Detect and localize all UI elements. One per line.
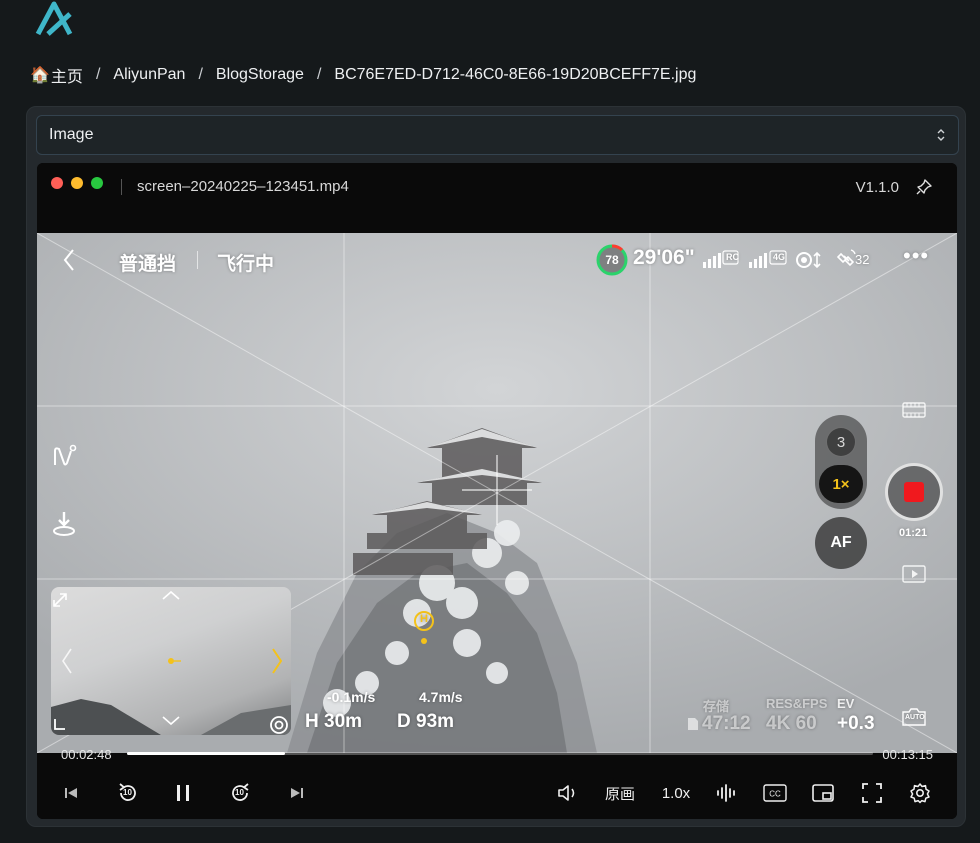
home-marker-label: H [420, 613, 428, 625]
picture-in-picture-icon [812, 784, 834, 802]
satellite-icon [837, 249, 856, 267]
zoom-3x-button[interactable]: 3 [826, 427, 856, 457]
ev-label: EV [837, 696, 855, 711]
close-window-button[interactable] [51, 177, 63, 189]
subtitles-button[interactable]: CC [763, 781, 787, 805]
zoom-1x-button[interactable]: 1× [819, 465, 863, 503]
settings-button[interactable] [909, 781, 931, 805]
gear-icon [910, 783, 930, 804]
preview-type-select[interactable]: Image [36, 115, 959, 155]
skip-previous-button[interactable] [61, 781, 81, 805]
preview-panel: Image screen–20240225–123451.mp4 V1.1.0 [26, 106, 966, 827]
titlebar-divider [121, 179, 122, 195]
playback-speed-button[interactable]: 1.0x [659, 781, 693, 805]
flight-time-remaining: 29'06" [633, 246, 695, 269]
picture-in-picture-button[interactable] [811, 781, 835, 805]
distance-readout: D 93m [397, 711, 455, 732]
audio-track-button[interactable] [715, 781, 739, 805]
fullscreen-button[interactable] [861, 781, 883, 805]
chevron-up-down-icon [937, 129, 945, 141]
preview-type-value: Image [49, 126, 94, 143]
current-time: 00:02:48 [61, 747, 112, 762]
stop-icon [904, 482, 924, 502]
flight-mode-label[interactable]: 普通挡 [119, 249, 176, 276]
player-controls: 00:02:48 00:13:15 10 10 原画 1.0x CC [37, 747, 957, 819]
breadcrumb-item-aliyunpan[interactable]: AliyunPan [113, 66, 185, 84]
autofocus-button[interactable]: AF [815, 517, 867, 569]
rewind-seconds: 10 [123, 788, 132, 797]
battery-percent: 78 [605, 253, 619, 267]
res-fps-label: RES&FPS [766, 696, 828, 711]
player-titlebar: screen–20240225–123451.mp4 V1.1.0 [37, 163, 957, 233]
storage-remaining: 47:12 [702, 713, 751, 734]
sd-card-icon [688, 718, 698, 730]
flight-status-label: 飞行中 [217, 254, 275, 275]
4g-label: 4G [773, 252, 786, 262]
breadcrumb-item-blogstorage[interactable]: BlogStorage [216, 66, 304, 84]
breadcrumb-home[interactable]: 主页 [51, 63, 83, 87]
minimap-scene [51, 590, 291, 735]
breadcrumb-separator: / [198, 66, 203, 83]
duration: 00:13:15 [882, 747, 933, 762]
satellite-count: 32 [855, 252, 870, 267]
skip-next-icon [291, 788, 303, 798]
battery-indicator: 78 [595, 243, 629, 277]
photo-mode-icon[interactable] [902, 401, 926, 419]
obstacle-sensing-icon[interactable] [795, 249, 825, 271]
breadcrumb-item-file: BC76E7ED-D712-46C0-8E66-19D20BCEFF7E.jpg [334, 66, 697, 83]
back-arrow-icon[interactable] [61, 247, 77, 273]
video-filename: screen–20240225–123451.mp4 [137, 178, 349, 195]
res-fps-value: 4K 60 [766, 713, 817, 734]
pause-icon [177, 785, 189, 801]
volume-icon [558, 785, 575, 801]
skip-next-button[interactable] [287, 781, 307, 805]
breadcrumb-separator: / [95, 66, 101, 83]
player-version: V1.1.0 [855, 179, 899, 196]
return-to-home-icon[interactable] [51, 509, 77, 537]
more-options-button[interactable]: ••• [903, 243, 929, 269]
breadcrumb: 🏠 主页 / AliyunPan / BlogStorage / BC76E7E… [30, 62, 696, 88]
minimap[interactable] [51, 587, 291, 735]
expand-map-icon[interactable] [51, 591, 69, 609]
vertical-speed: -0.1m/s [327, 689, 376, 705]
breadcrumb-separator: / [316, 66, 322, 83]
zoom-selector: 3 1× [815, 415, 867, 509]
app-logo-icon [35, 1, 73, 36]
forward-button[interactable]: 10 [227, 781, 253, 805]
fullscreen-icon [862, 783, 882, 803]
auto-camera-mode-icon[interactable]: AUTO [901, 707, 927, 727]
svg-text:CC: CC [769, 790, 781, 799]
horizontal-speed: 4.7m/s [419, 689, 463, 705]
record-stop-button[interactable] [885, 463, 943, 521]
hud-divider [197, 251, 198, 269]
pause-button[interactable] [173, 781, 193, 805]
recording-time: 01:21 [899, 527, 928, 539]
altitude-sensor-icon [270, 716, 288, 734]
maximize-window-button[interactable] [91, 177, 103, 189]
volume-button[interactable] [555, 781, 581, 805]
home-icon[interactable]: 🏠 [30, 65, 50, 85]
ev-value: +0.3 [837, 713, 875, 734]
altitude-readout: H 30m [305, 711, 363, 732]
auto-label: AUTO [905, 714, 925, 721]
seek-bar[interactable] [127, 752, 873, 755]
quality-button[interactable]: 原画 [603, 781, 637, 805]
skip-previous-icon [65, 788, 77, 798]
rc-label: RC [726, 252, 739, 262]
pin-icon[interactable] [915, 178, 933, 196]
rewind-button[interactable]: 10 [115, 781, 141, 805]
forward-seconds: 10 [235, 788, 244, 797]
closed-captions-icon: CC [763, 784, 787, 802]
minimize-window-button[interactable] [71, 177, 83, 189]
waypoint-route-icon[interactable] [51, 443, 77, 469]
video-player: screen–20240225–123451.mp4 V1.1.0 普通挡 飞行… [37, 163, 957, 819]
playback-icon[interactable] [902, 565, 926, 583]
video-frame[interactable]: 普通挡 飞行中 78 29'06" RC 4G 32 ••• 3 1× AF 0… [37, 233, 957, 753]
seek-bar-fill [127, 752, 286, 755]
audio-waveform-icon [717, 784, 735, 802]
